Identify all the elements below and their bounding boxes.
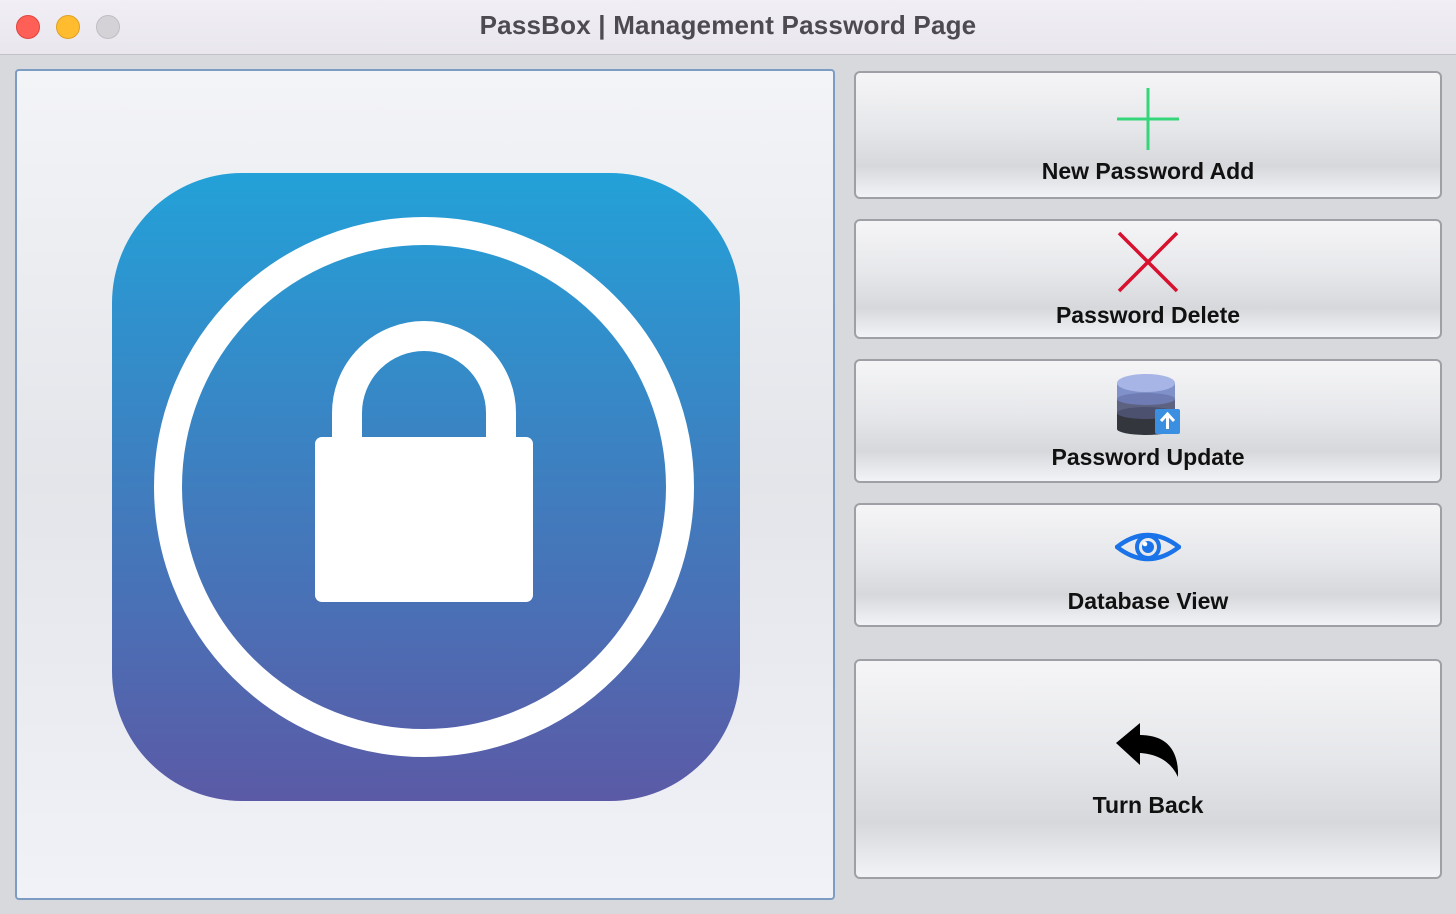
padlock-app-icon [112,173,740,801]
eye-icon [1115,532,1181,562]
password-delete-button[interactable]: Password Delete [854,219,1442,339]
logo-panel [15,69,835,900]
turn-back-button[interactable]: Turn Back [854,659,1442,879]
database-upload-icon [1117,374,1180,435]
reply-arrow-icon [1116,723,1178,777]
title-bar: PassBox | Management Password Page [0,0,1456,55]
password-update-label: Password Update [1051,444,1245,470]
new-password-add-label: New Password Add [1041,158,1255,184]
database-view-label: Database View [1067,588,1229,614]
new-password-add-button[interactable]: New Password Add [854,71,1442,199]
plus-icon [1117,88,1179,150]
window-title: PassBox | Management Password Page [479,10,977,40]
password-delete-label: Password Delete [1055,302,1241,328]
x-icon [1117,231,1179,293]
database-view-button[interactable]: Database View [854,503,1442,627]
turn-back-label: Turn Back [1092,792,1204,818]
password-update-button[interactable]: Password Update [854,359,1442,483]
app-window: PassBox | Management Password Page New P… [0,0,1456,914]
